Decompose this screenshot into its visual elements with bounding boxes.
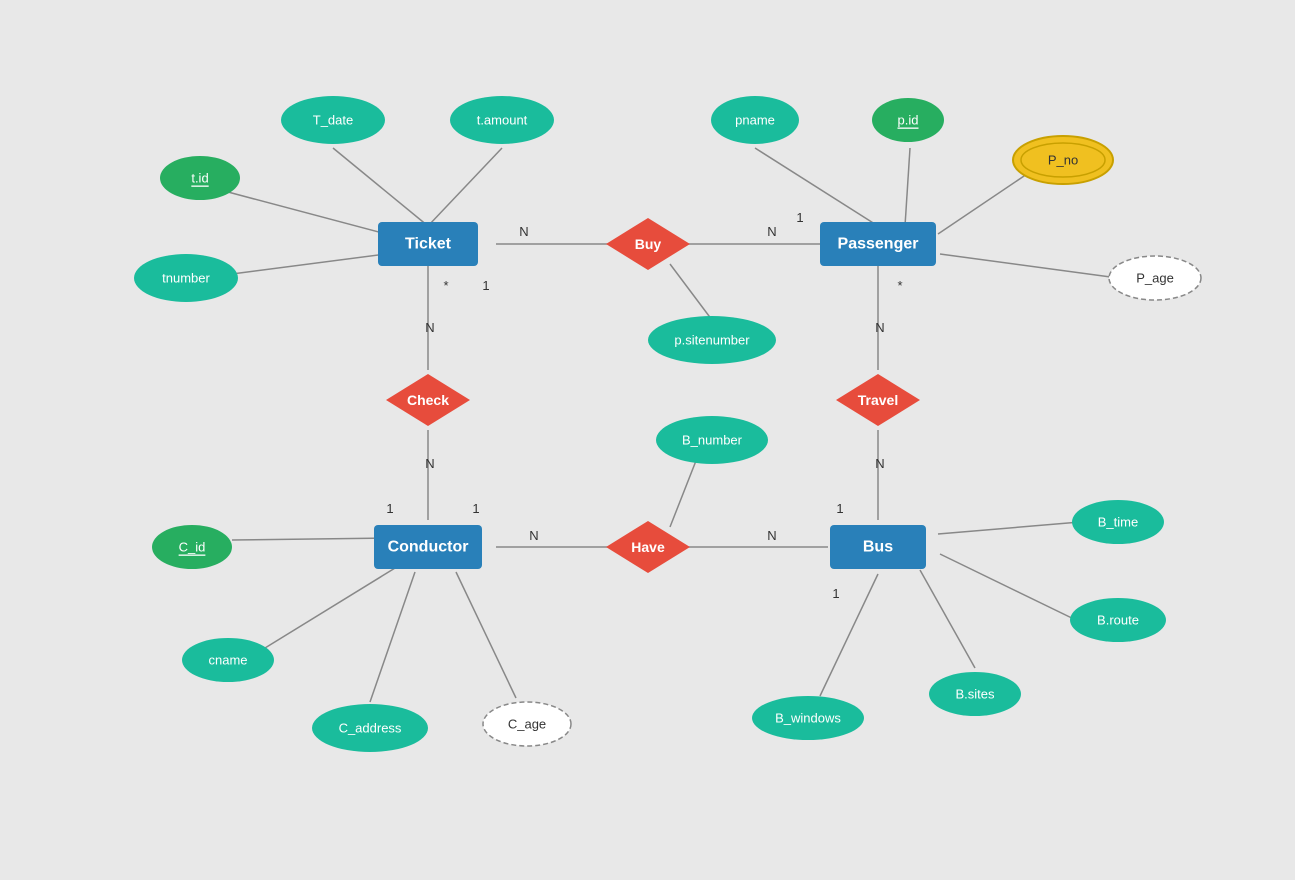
attr-cname-label: cname <box>208 653 247 668</box>
attr-t-id-label: t.id <box>191 171 208 186</box>
card-passenger-buy-1: 1 <box>796 210 803 225</box>
relation-check-label: Check <box>407 392 449 408</box>
entity-conductor-label: Conductor <box>388 539 469 556</box>
relation-travel-label: Travel <box>858 392 898 408</box>
card-passenger-travel-n: N <box>875 320 884 335</box>
attr-b-number-label: B_number <box>682 433 743 448</box>
card-ticket-check-n: N <box>425 320 434 335</box>
card-conductor-have-1: 1 <box>472 501 479 516</box>
attr-b-sites-label: B.sites <box>955 687 995 702</box>
attr-b-windows-label: B_windows <box>775 711 841 726</box>
card-ticket-buy-n: N <box>519 224 528 239</box>
attr-t-amount-label: t.amount <box>477 113 528 128</box>
card-travel-bus-n: N <box>875 456 884 471</box>
attr-c-address-label: C_address <box>339 721 402 736</box>
card-conductor-have-n: N <box>529 528 538 543</box>
attr-pname-label: pname <box>735 113 775 128</box>
attr-p-sitenumber-label: p.sitenumber <box>674 333 750 348</box>
er-diagram: Ticket Passenger Conductor Bus Buy Check… <box>0 0 1295 875</box>
card-bus-have-1: 1 <box>832 586 839 601</box>
card-bus-travel-1: 1 <box>836 501 843 516</box>
attr-p-id-label: p.id <box>898 113 919 128</box>
attr-c-age-label: C_age <box>508 717 546 732</box>
card-buy-passenger-n: N <box>767 224 776 239</box>
entity-bus-label: Bus <box>863 539 893 556</box>
card-check-conductor-n: N <box>425 456 434 471</box>
attr-p-no-label: P_no <box>1048 153 1078 168</box>
relation-have-label: Have <box>631 539 665 555</box>
attr-p-age-label: P_age <box>1136 271 1174 286</box>
attr-b-time-label: B_time <box>1098 515 1138 530</box>
relation-buy-label: Buy <box>635 236 662 252</box>
card-passenger-travel-star: * <box>897 278 902 293</box>
attr-c-id-label: C_id <box>179 540 206 555</box>
card-have-bus-n: N <box>767 528 776 543</box>
card-conductor-check-1: 1 <box>386 501 393 516</box>
card-check-ticket-1: 1 <box>482 278 489 293</box>
card-ticket-check-star: * <box>443 278 448 293</box>
attr-b-route-label: B.route <box>1097 613 1139 628</box>
entity-ticket-label: Ticket <box>405 236 452 253</box>
attr-t-date-label: T_date <box>313 113 353 128</box>
attr-tnumber-label: tnumber <box>162 271 210 286</box>
entity-passenger-label: Passenger <box>838 236 919 253</box>
